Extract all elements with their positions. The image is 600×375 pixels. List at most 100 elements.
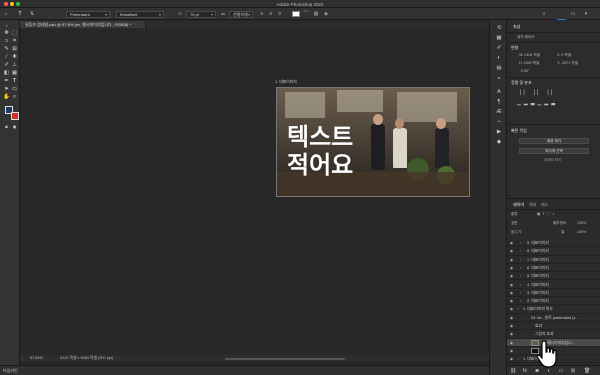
expand-chevron-icon[interactable]: › bbox=[520, 258, 521, 262]
search-icon[interactable]: ⌕ bbox=[541, 11, 547, 17]
opacity-field[interactable]: 100% bbox=[577, 221, 586, 225]
align-right-icon[interactable]: ≡ bbox=[277, 11, 283, 17]
text-color-swatch[interactable] bbox=[292, 11, 300, 17]
font-size-select[interactable]: 70 pt bbox=[186, 10, 216, 18]
visibility-eye-icon[interactable]: ◉ bbox=[510, 266, 514, 270]
timeline-tab[interactable]: 타임라인 bbox=[0, 365, 489, 375]
paths-icon[interactable]: ⌁ bbox=[495, 118, 503, 126]
blend-mode-select[interactable]: 표준 bbox=[511, 221, 518, 226]
visibility-eye-icon[interactable]: ◉ bbox=[510, 307, 514, 311]
layer-row[interactable]: ◉ › 2. 대표이미지 bbox=[507, 297, 600, 306]
character-icon[interactable]: A bbox=[495, 88, 503, 96]
visibility-eye-icon[interactable]: ◉ bbox=[510, 341, 514, 345]
rectangle-tool-icon[interactable]: ▭ bbox=[10, 86, 19, 93]
stamp-tool-icon[interactable]: ⊥ bbox=[10, 62, 19, 69]
layer-row[interactable]: ◉ 그림자 효과 bbox=[507, 330, 600, 339]
visibility-eye-icon[interactable]: ◉ bbox=[510, 299, 514, 303]
character-panel-icon[interactable]: ▤ bbox=[313, 11, 319, 17]
layer-row[interactable]: ◉ 효과 bbox=[507, 322, 600, 331]
layer-style-icon[interactable]: fx bbox=[522, 368, 528, 374]
workspace-icon[interactable]: ▭ bbox=[570, 11, 576, 17]
3d-icon[interactable]: ◈ bbox=[323, 11, 329, 17]
visibility-eye-icon[interactable]: ◉ bbox=[510, 241, 514, 245]
width-field[interactable]: W: 2404 픽셀 bbox=[519, 53, 540, 58]
tab-layers[interactable]: 레이어 bbox=[513, 202, 524, 208]
visibility-eye-icon[interactable]: ◉ bbox=[510, 283, 514, 287]
remove-background-button[interactable]: 배경 제거 bbox=[519, 138, 589, 144]
visibility-eye-icon[interactable]: ◉ bbox=[510, 349, 514, 353]
angle-field[interactable]: 0.00° bbox=[521, 69, 529, 73]
type-tool-icon[interactable]: T bbox=[17, 11, 23, 17]
transform-section-title[interactable]: 변형 bbox=[511, 45, 518, 51]
font-style-select[interactable]: ExtraBold bbox=[116, 10, 164, 18]
layer-row[interactable]: ◉ › 3. 대표이미지 bbox=[507, 289, 600, 298]
zoom-level[interactable]: 57.84% bbox=[30, 355, 43, 362]
distribute-icons[interactable]: ▁▂▃▁▂▃ bbox=[517, 100, 558, 106]
visibility-eye-icon[interactable]: ◉ bbox=[510, 324, 514, 328]
brush-panel-icon[interactable]: ✐ bbox=[495, 44, 503, 52]
color-icon[interactable]: ◐ bbox=[495, 54, 503, 62]
text-orientation-icon[interactable]: ⇅ bbox=[29, 11, 35, 17]
type-tool-icon[interactable]: T bbox=[10, 78, 19, 85]
visibility-eye-icon[interactable]: ◉ bbox=[510, 316, 514, 320]
layer-row[interactable]: ◉ › 4. 대표이미지 bbox=[507, 281, 600, 289]
artboard-label[interactable]: 1. 대표이미지 bbox=[275, 80, 297, 85]
zoom-tool-icon[interactable]: ⌕ bbox=[10, 94, 19, 101]
fill-field[interactable]: 100% bbox=[577, 230, 586, 234]
tab-channels[interactable]: 채널 bbox=[529, 202, 536, 208]
warp-text-icon[interactable]: ⌒ bbox=[303, 11, 309, 17]
expand-chevron-icon[interactable]: › bbox=[518, 307, 519, 311]
swatches-icon[interactable]: ▦ bbox=[495, 34, 503, 42]
tab-paths[interactable]: 패스 bbox=[541, 202, 548, 208]
layer-row[interactable]: ◉ › 9. 대표이미지 bbox=[507, 239, 600, 248]
layer-row[interactable]: ◉ › 1. 대표이미지 복사 bbox=[507, 305, 600, 314]
libraries-icon[interactable]: ▤ bbox=[495, 64, 503, 72]
expand-chevron-icon[interactable]: › bbox=[520, 299, 521, 303]
layer-filter-icons[interactable]: ▣T⬚◑ bbox=[537, 212, 556, 216]
styles-icon[interactable]: ◆ bbox=[495, 138, 503, 146]
adjustments-icon[interactable]: ◒ bbox=[495, 74, 503, 82]
align-left-icon[interactable]: ≡ bbox=[259, 11, 265, 17]
headline-text-layer[interactable]: 텍스트 적어요 bbox=[287, 123, 353, 179]
expand-chevron-icon[interactable]: › bbox=[520, 266, 521, 270]
align-icons[interactable]: ▕▏▕▏▕▏ bbox=[517, 90, 558, 96]
layer-row[interactable]: ◉ › 8. 대표이미지 bbox=[507, 247, 600, 256]
crop-tool-icon[interactable]: ⌗ bbox=[10, 38, 19, 45]
new-layer-icon[interactable]: ⊞ bbox=[570, 368, 576, 374]
layer-row[interactable]: ◉ › 7. 대표이미지 bbox=[507, 256, 600, 264]
expand-chevron-icon[interactable]: › bbox=[520, 291, 521, 295]
layer-row[interactable]: ◉ 03. txt - 폰트 pretendard (x.. bbox=[507, 314, 600, 322]
screen-mode-icon[interactable]: ▣ bbox=[10, 123, 19, 130]
panel-menu-icon[interactable]: ▾ bbox=[583, 11, 589, 17]
home-icon[interactable]: ⌂ bbox=[3, 11, 9, 17]
y-field[interactable]: Y: -2671 픽셀 bbox=[557, 61, 578, 66]
healing-brush-tool-icon[interactable]: ✚ bbox=[10, 54, 19, 61]
expand-chevron-icon[interactable]: › bbox=[520, 274, 521, 278]
document-tab[interactable]: 유튜브 썸네일.psd @ 57.8% (ex. 예시이미지입니다., RGB/… bbox=[20, 21, 146, 28]
font-family-select[interactable]: Pretendard bbox=[66, 10, 110, 18]
visibility-eye-icon[interactable]: ◉ bbox=[510, 332, 514, 336]
collapse-tools-icon[interactable]: » bbox=[2, 22, 11, 29]
layer-row[interactable]: ◉ › 6. 대표이미지 bbox=[507, 264, 600, 273]
horizontal-scrollbar[interactable] bbox=[225, 357, 345, 360]
paragraph-icon[interactable]: ¶ bbox=[495, 98, 503, 106]
expand-chevron-icon[interactable]: › bbox=[520, 283, 521, 287]
frame-tool-icon[interactable]: ⊠ bbox=[10, 46, 19, 53]
expand-chevron-icon[interactable]: › bbox=[518, 357, 519, 361]
select-subject-button[interactable]: 피사체 선택 bbox=[519, 148, 589, 154]
align-section-title[interactable]: 정렬 및 분포 bbox=[511, 80, 532, 86]
quick-actions-title[interactable]: 빠른 작업 bbox=[511, 128, 527, 134]
layer-kind-filter[interactable]: 종류 bbox=[511, 212, 518, 217]
expand-chevron-icon[interactable]: › bbox=[520, 241, 521, 245]
tab-properties[interactable]: 속성 bbox=[513, 24, 520, 30]
height-field[interactable]: H: 1543 픽셀 bbox=[519, 61, 539, 66]
link-layers-icon[interactable]: ⛓ bbox=[510, 368, 516, 374]
marquee-tool-icon[interactable]: ⬚ bbox=[10, 30, 19, 37]
actions-icon[interactable]: ▶ bbox=[495, 128, 503, 136]
history-icon[interactable]: ⟲ bbox=[495, 24, 503, 32]
background-color-swatch[interactable] bbox=[11, 112, 19, 120]
glyphs-icon[interactable]: Æ bbox=[495, 108, 503, 116]
align-center-icon[interactable]: ≡ bbox=[268, 11, 274, 17]
x-field[interactable]: X: 0 픽셀 bbox=[557, 53, 571, 58]
visibility-eye-icon[interactable]: ◉ bbox=[510, 274, 514, 278]
